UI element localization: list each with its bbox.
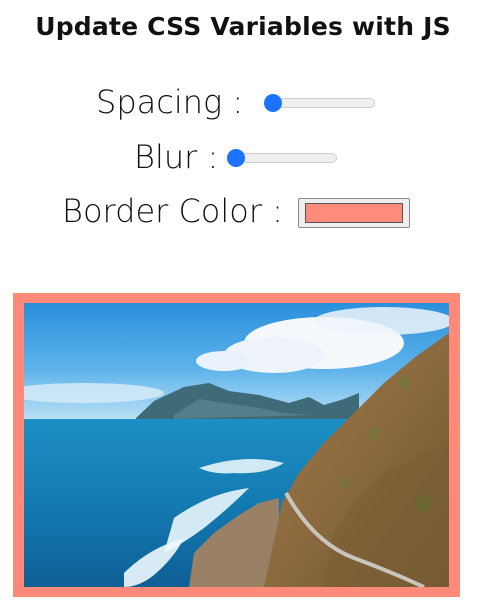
- border-color-swatch: [305, 203, 403, 223]
- spacing-slider-thumb[interactable]: [264, 94, 282, 112]
- coastal-landscape-photo-icon: [24, 303, 449, 587]
- page-title: Update CSS Variables with JS: [35, 12, 451, 41]
- spacing-label: Spacing :: [96, 83, 244, 121]
- blur-label: Blur :: [134, 138, 219, 176]
- image-frame: [13, 293, 460, 597]
- blur-slider-thumb[interactable]: [227, 149, 245, 167]
- blur-slider[interactable]: [227, 149, 337, 167]
- border-color-input[interactable]: [298, 198, 410, 228]
- page: Update CSS Variables with JS Spacing : B…: [0, 0, 486, 609]
- spacing-slider[interactable]: [264, 94, 375, 112]
- border-color-label: Border Color :: [62, 192, 283, 230]
